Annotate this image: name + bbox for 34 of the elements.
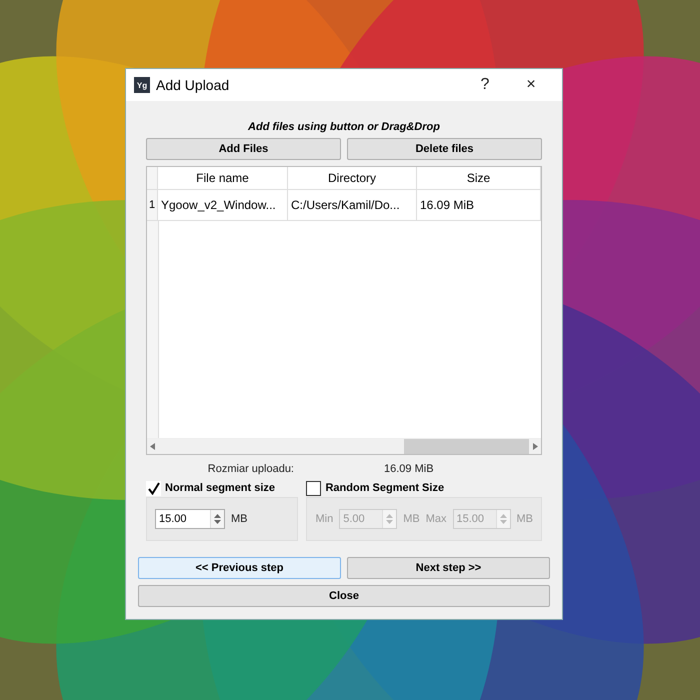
unit-label: MB bbox=[516, 513, 533, 525]
max-label: Max bbox=[426, 513, 446, 525]
close-dialog-button[interactable]: Close bbox=[138, 585, 550, 607]
scroll-right-icon[interactable] bbox=[532, 443, 538, 450]
file-button[interactable]: Add Files bbox=[146, 138, 341, 160]
window-title: Add Upload bbox=[156, 77, 230, 93]
app-logo: Yg bbox=[134, 77, 150, 93]
summary-value: 16.09 MiB bbox=[384, 463, 434, 475]
spin-box[interactable]: 15.00 bbox=[155, 509, 225, 529]
step-button[interactable]: Next step >> bbox=[347, 557, 550, 579]
scrollbar-thumb[interactable] bbox=[404, 439, 529, 454]
unit-label: MB bbox=[403, 513, 420, 525]
checkbox-label: Normal segment size bbox=[165, 482, 276, 494]
file-button[interactable]: Delete files bbox=[347, 138, 542, 160]
help-button[interactable]: ? bbox=[462, 70, 508, 100]
table-cell: C:/Users/Kamil/Do... bbox=[288, 190, 417, 220]
step-button[interactable]: << Previous step bbox=[138, 557, 341, 579]
spin-arrows-icon bbox=[214, 513, 221, 525]
table-cell: 16.09 MiB bbox=[417, 190, 541, 220]
min-label: Min bbox=[315, 513, 334, 525]
scroll-left-icon[interactable] bbox=[150, 443, 156, 450]
summary-label: Rozmiar uploadu: bbox=[208, 463, 294, 475]
spin-button[interactable] bbox=[210, 510, 224, 528]
spin-arrows-icon bbox=[500, 513, 506, 525]
unit-label: MB bbox=[231, 513, 248, 525]
number-field[interactable]: 15.00 bbox=[156, 510, 210, 528]
row-number: 1 bbox=[147, 190, 158, 220]
hint-text: Add files using button or Drag&Drop bbox=[246, 121, 441, 133]
checkbox[interactable] bbox=[306, 480, 322, 496]
spin-arrows-icon bbox=[386, 513, 394, 525]
checkbox[interactable] bbox=[146, 480, 161, 496]
table-cell: Ygoow_v2_Window... bbox=[158, 190, 288, 220]
close-button[interactable]: × bbox=[508, 70, 554, 100]
checkbox-label: Random Segment Size bbox=[325, 482, 444, 494]
